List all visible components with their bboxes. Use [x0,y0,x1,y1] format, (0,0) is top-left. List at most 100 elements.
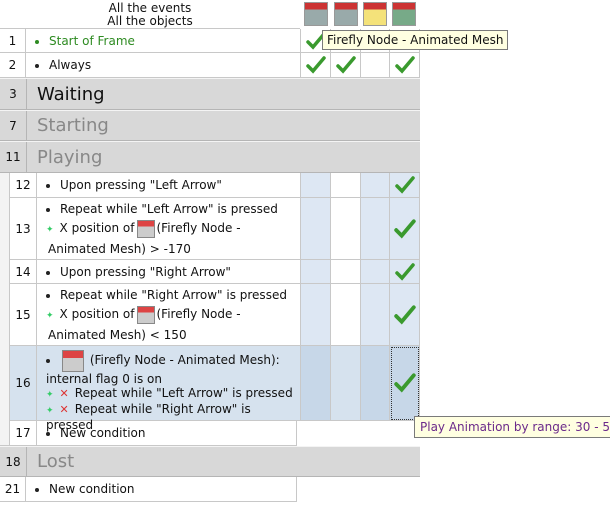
condition-text[interactable]: Always [26,53,301,78]
condition-text[interactable]: Upon pressing "Left Arrow" [37,173,301,198]
condition-label: Upon pressing "Left Arrow" [60,178,222,192]
object-column-header-2[interactable] [333,1,359,29]
checkmark-icon [394,262,415,281]
event-row-16[interactable]: 16 (Firefly Node - Animated Mesh): inter… [10,346,420,432]
action-cell[interactable] [331,260,361,284]
event-number: 11 [0,142,27,172]
condition-text[interactable]: Start of Frame [26,29,301,53]
all-objects-label: All the objects [107,14,193,28]
event-number: 21 [0,477,26,502]
firefly-animated-mesh-icon [392,2,416,26]
event-number: 1 [0,29,26,53]
action-cell[interactable] [331,346,361,421]
bullet-icon [46,431,50,436]
object-column-header-3[interactable] [362,1,388,29]
new-condition[interactable]: New condition [37,421,297,446]
action-cell[interactable] [361,346,390,421]
event-number: 18 [0,447,27,476]
action-cell[interactable] [331,173,361,198]
condition-label: X position of [59,221,135,235]
firefly-animated-mesh-icon [62,349,84,372]
event-row-21[interactable]: 21 New condition [0,477,297,502]
firefly-node-icon [304,2,328,26]
action-cell[interactable] [331,284,361,346]
condition-label: Always [49,58,92,72]
bullet-icon [46,270,50,275]
event-number: 3 [0,79,27,109]
bullet-icon [46,183,50,188]
group-indent [0,421,10,446]
action-cell[interactable] [301,284,331,346]
condition-line: Animated Mesh) < 150 [46,326,300,345]
event-row-2[interactable]: 2 Always [0,53,420,78]
action-tooltip: Play Animation by range: 30 - 50 [414,416,610,438]
plus-icon: ✦ [46,225,54,235]
condition-label: Start of Frame [49,34,135,48]
event-row-13[interactable]: 13 Repeat while "Left Arrow" is pressed … [10,198,420,260]
event-row-17[interactable]: 17 New condition [10,421,297,446]
action-cell[interactable] [301,198,331,260]
bullet-icon [46,293,50,298]
object-column-header-4[interactable] [391,1,417,29]
action-cell[interactable] [301,173,331,198]
condition-text[interactable]: Repeat while "Left Arrow" is pressed ✦ X … [37,198,301,260]
object-column-header-1[interactable] [303,1,329,29]
firefly-node-icon [334,2,358,26]
bullet-icon [46,358,50,363]
group-title: Waiting [37,83,105,105]
condition-label: Upon pressing "Right Arrow" [60,265,231,279]
group-row-starting[interactable]: 7 Starting [0,110,420,141]
action-cell[interactable] [361,53,390,78]
condition-line: Animated Mesh) > -170 [46,240,300,259]
group-row-lost[interactable]: 18 Lost [0,446,420,477]
new-condition[interactable]: New condition [26,477,297,502]
action-cell[interactable] [361,260,390,284]
condition-line: Repeat while "Right Arrow" is pressed [46,286,300,305]
condition-label: Animated Mesh) < 150 [48,328,187,342]
event-row-15[interactable]: 15 Repeat while "Right Arrow" is pressed… [10,284,420,346]
event-row-12[interactable]: 12 Upon pressing "Left Arrow" [10,173,420,198]
plus-icon: ✦ [46,311,54,321]
object-tooltip: Firefly Node - Animated Mesh [322,30,509,50]
condition-text[interactable]: Upon pressing "Right Arrow" [37,260,301,284]
event-number: 17 [10,421,37,446]
checkmark-icon [335,56,356,74]
action-cell[interactable] [301,346,331,421]
event-number: 7 [0,111,27,140]
condition-label: (Firefly Node - [156,221,241,235]
bullet-icon [46,207,50,212]
action-cell[interactable] [361,284,390,346]
group-row-waiting[interactable]: 3 Waiting [0,78,420,110]
action-cell[interactable] [390,260,420,284]
event-row-14[interactable]: 14 Upon pressing "Right Arrow" [10,260,420,284]
action-cell-selected[interactable] [390,346,420,421]
action-cell[interactable] [361,173,390,198]
action-cell[interactable] [361,198,390,260]
action-cell[interactable] [390,53,420,78]
bullet-icon [35,63,39,68]
event-number: 2 [0,53,26,78]
group-row-playing[interactable]: 11 Playing [0,141,420,173]
condition-label: X position of [59,307,135,321]
action-cell[interactable] [390,173,420,198]
firefly-animated-mesh-icon [136,219,155,238]
group-title: Lost [37,451,75,472]
action-cell[interactable] [390,198,420,260]
negate-icon: ✕ [59,402,69,416]
condition-line: (Firefly Node - Animated Mesh): [46,349,300,372]
condition-label: Repeat while "Right Arrow" is pressed [60,288,287,302]
condition-text[interactable]: (Firefly Node - Animated Mesh): internal… [37,346,301,432]
action-cell[interactable] [331,53,361,78]
action-cell[interactable] [390,284,420,346]
event-number: 13 [10,198,37,260]
condition-label: New condition [60,426,146,440]
checkmark-icon [305,56,326,74]
action-cell[interactable] [331,198,361,260]
action-cell[interactable] [301,53,331,78]
condition-label: Animated Mesh) > -170 [48,242,191,256]
condition-text[interactable]: Repeat while "Right Arrow" is pressed ✦ X… [37,284,301,346]
checkmark-icon [393,218,416,238]
action-cell[interactable] [301,260,331,284]
firefly-animated-mesh-icon [136,305,155,324]
event-number: 15 [10,284,37,346]
